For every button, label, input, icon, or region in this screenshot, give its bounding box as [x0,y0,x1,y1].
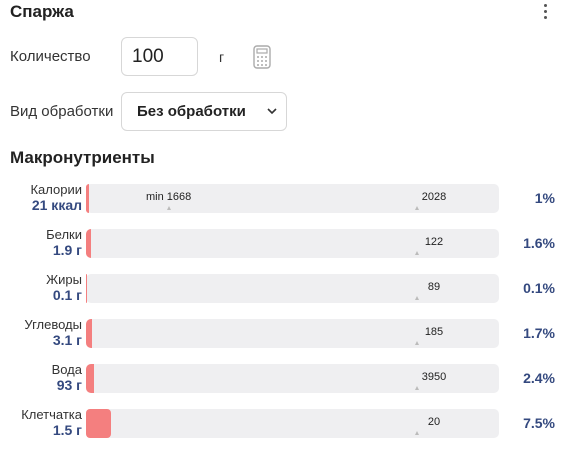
chevron-down-icon [267,108,277,115]
macro-name: Клетчатка [21,407,82,422]
macro-amount: 1.9 г [52,242,82,258]
macro-row-fat: Жиры 0.1 г 89 0.1% [0,272,566,306]
macro-name: Жиры [46,272,82,287]
macro-recommended-label: 185 [424,326,444,338]
macro-percent: 1% [534,190,555,206]
macro-row-protein: Белки 1.9 г 122 1.6% [0,227,566,261]
processing-select[interactable]: Без обработки [121,92,287,131]
macro-row-carbs: Углеводы 3.1 г 185 1.7% [0,317,566,351]
quantity-input[interactable] [121,37,198,76]
macro-recommended-label: 122 [424,236,444,248]
macro-amount: 3.1 г [52,332,82,348]
macro-recommended-label: 20 [427,416,441,428]
macro-bar-fill [86,364,94,393]
processing-selected-value: Без обработки [137,103,246,120]
macro-recommended-marker [415,296,419,300]
macro-amount: 1.5 г [52,422,82,438]
macro-amount: 0.1 г [52,287,82,303]
macro-bar-track: min 1668 2028 [86,184,499,213]
macro-bar-fill [86,319,92,348]
processing-label: Вид обработки [10,103,114,120]
macro-min-marker [167,206,171,210]
macro-recommended-marker [415,431,419,435]
macro-name: Вода [51,362,82,377]
macro-name: Белки [46,227,82,242]
macro-bar-track: 20 [86,409,499,438]
macro-row-calories: Калории 21 ккал min 1668 2028 1% [0,182,566,216]
macro-row-water: Вода 93 г 3950 2.4% [0,362,566,396]
quantity-label: Количество [10,48,91,65]
macro-bar-fill [86,274,87,303]
macro-percent: 2.4% [523,370,555,386]
macro-recommended-marker [415,386,419,390]
macro-recommended-marker [415,206,419,210]
more-vertical-icon[interactable] [538,2,552,20]
macro-bar-fill [86,184,89,213]
macro-name: Калории [30,182,82,197]
macro-bar-track: 3950 [86,364,499,393]
macro-min-label: min 1668 [146,191,192,203]
macronutrients-title: Макронутриенты [10,148,155,167]
macro-percent: 1.7% [523,325,555,341]
macro-row-fiber: Клетчатка 1.5 г 20 7.5% [0,407,566,441]
quantity-unit: г [219,49,225,65]
macro-bar-fill [86,409,111,438]
macro-bar-track: 89 [86,274,499,303]
food-title: Спаржа [10,2,74,21]
macro-percent: 1.6% [523,235,555,251]
macro-recommended-label: 3950 [421,371,447,383]
macro-amount: 21 ккал [31,197,82,213]
macro-recommended-label: 89 [427,281,441,293]
macro-percent: 0.1% [523,280,555,296]
macro-recommended-marker [415,341,419,345]
macro-bar-fill [86,229,91,258]
macro-percent: 7.5% [523,415,555,431]
calculator-icon[interactable] [252,45,272,69]
macro-name: Углеводы [24,317,82,332]
macro-bar-track: 122 [86,229,499,258]
macro-recommended-label: 2028 [421,191,447,203]
macro-bar-track: 185 [86,319,499,348]
macro-recommended-marker [415,251,419,255]
macro-amount: 93 г [56,377,82,393]
